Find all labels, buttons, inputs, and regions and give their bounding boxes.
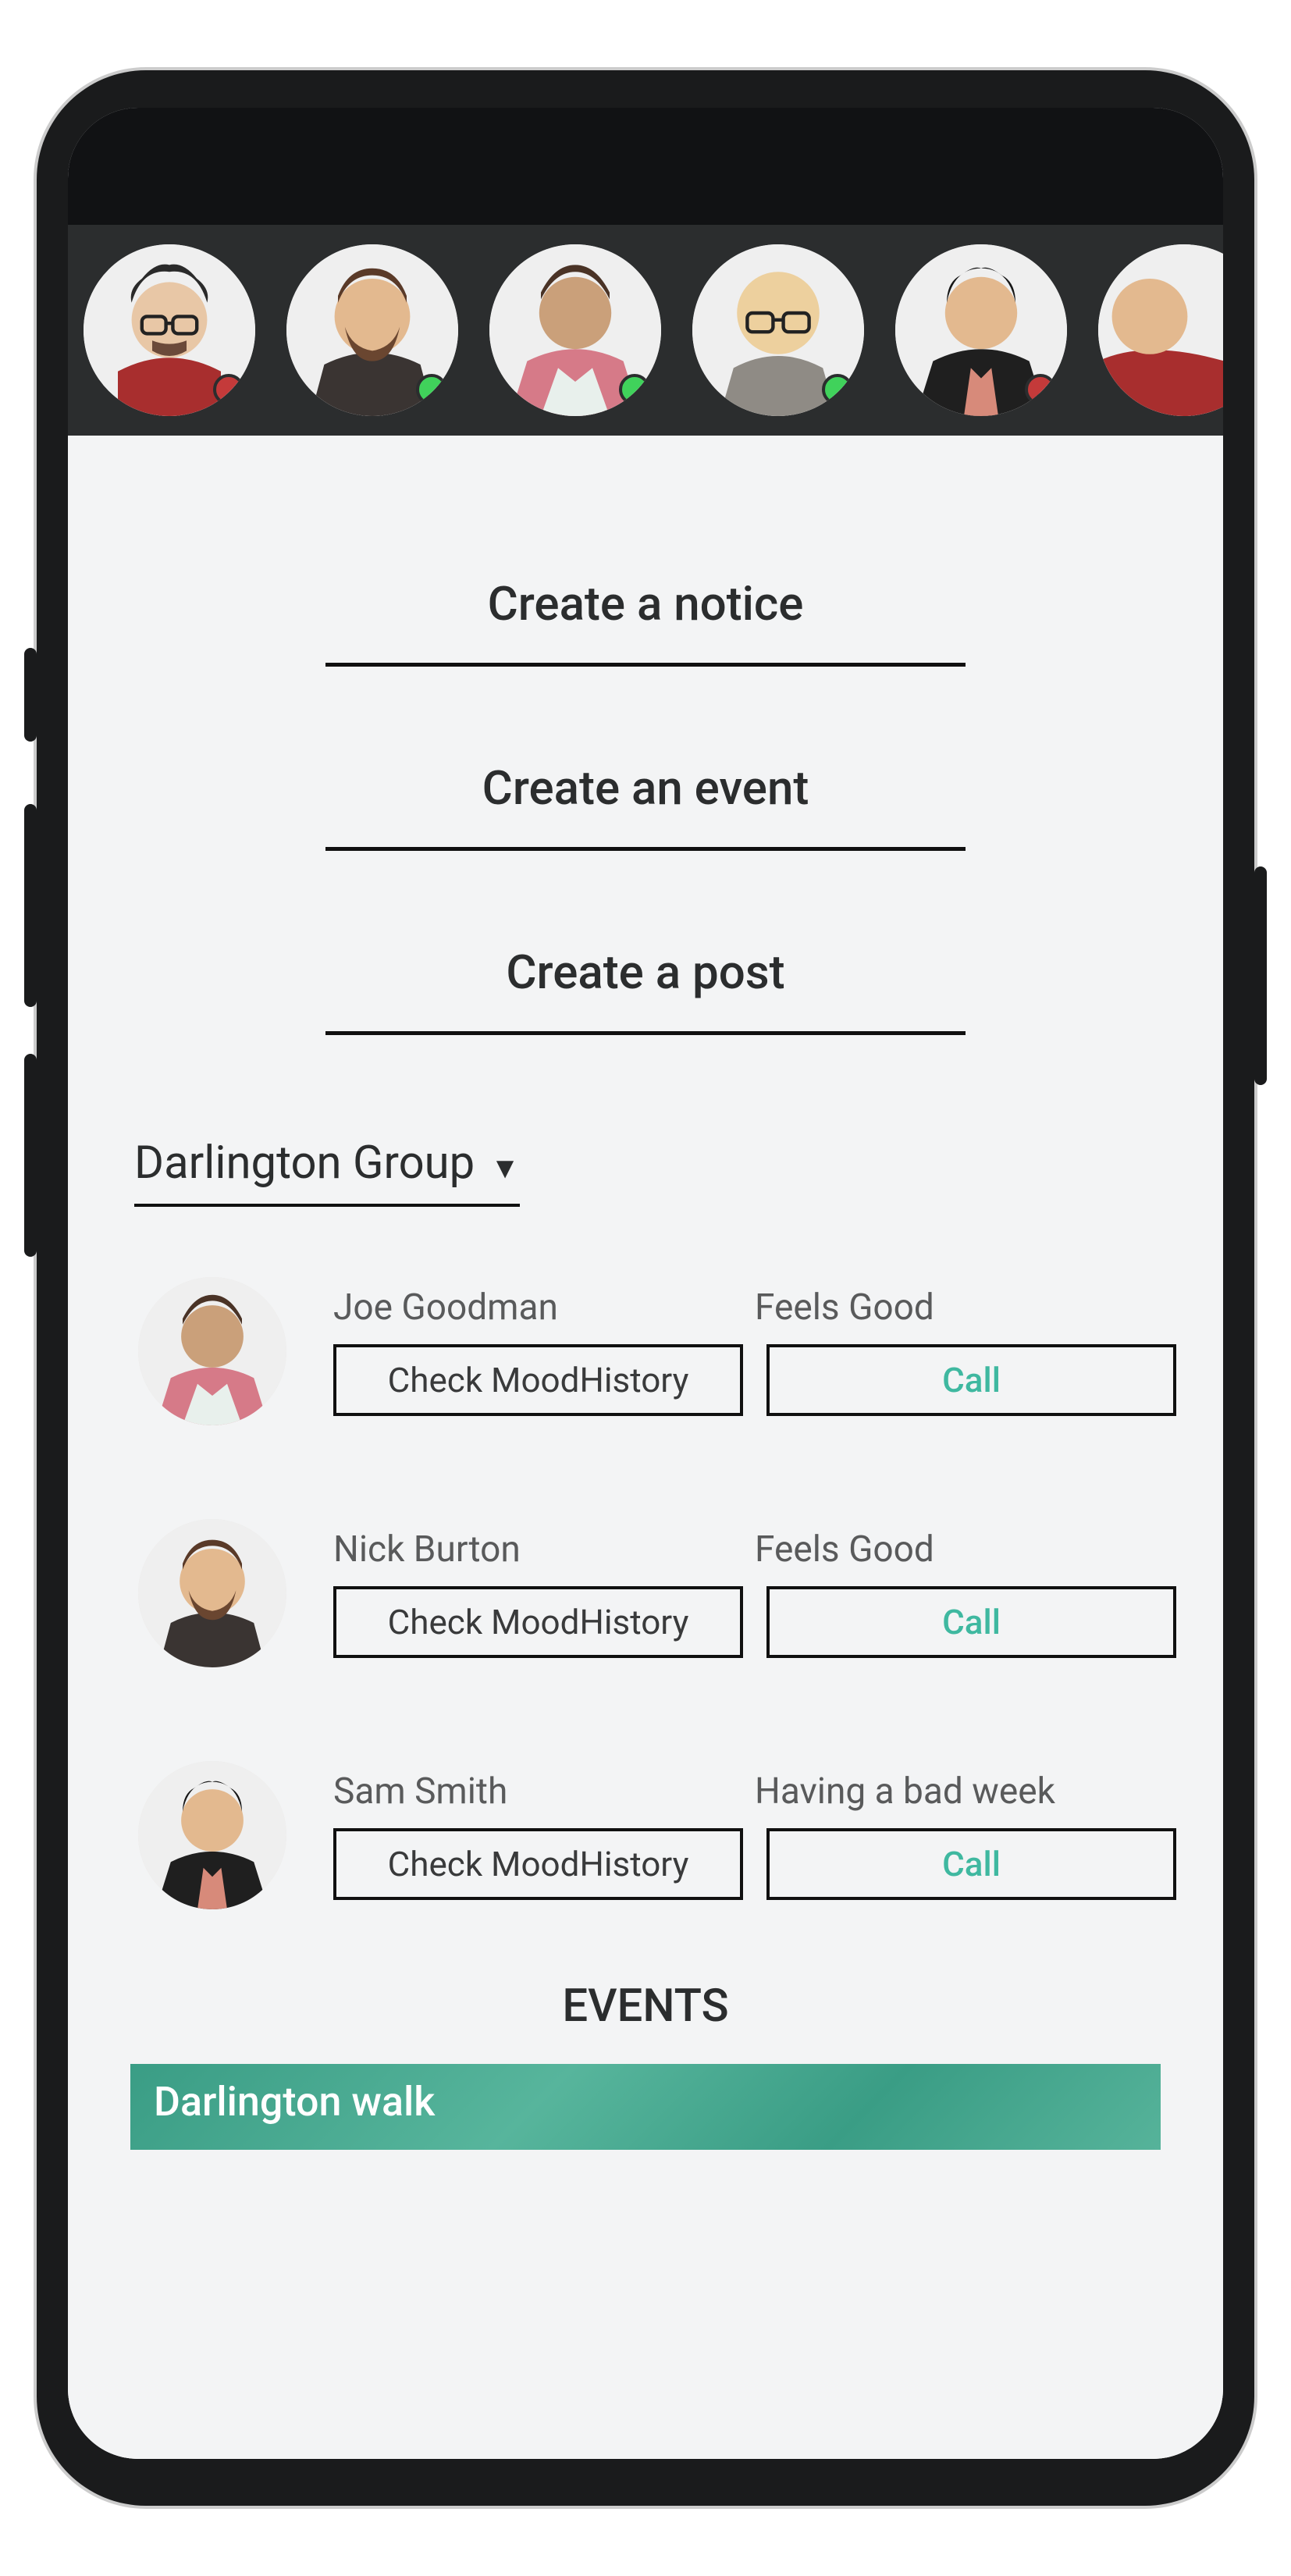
member-mood: Feels Good	[755, 1528, 1176, 1571]
story-avatar[interactable]	[489, 244, 661, 416]
story-avatar[interactable]	[84, 244, 255, 416]
phone-frame: Create a notice Create an event Create a…	[37, 70, 1254, 2506]
member-avatar[interactable]	[138, 1519, 286, 1667]
chevron-down-icon: ▼	[490, 1151, 520, 1186]
story-avatar[interactable]	[692, 244, 864, 416]
member-row: Nick BurtonFeels Good Check MoodHistory Ca…	[68, 1519, 1223, 1667]
story-avatar[interactable]	[1098, 244, 1223, 416]
create-event-button[interactable]: Create an event	[325, 745, 966, 851]
call-button[interactable]: Call	[766, 1344, 1176, 1416]
presence-indicator	[213, 374, 244, 405]
check-mood-history-button[interactable]: Check MoodHistory	[333, 1828, 743, 1900]
presence-indicator	[416, 374, 447, 405]
member-name: Nick Burton	[333, 1528, 755, 1571]
story-avatar[interactable]	[895, 244, 1067, 416]
phone-volume-up	[24, 804, 37, 1007]
presence-indicator	[619, 374, 650, 405]
member-row: Joe GoodmanFeels Good Check MoodHistory Ca…	[68, 1277, 1223, 1425]
events-heading: EVENTS	[68, 1980, 1223, 2033]
group-selector-label: Darlington Group	[134, 1137, 475, 1190]
create-post-button[interactable]: Create a post	[325, 929, 966, 1035]
call-button[interactable]: Call	[766, 1828, 1176, 1900]
presence-indicator	[1025, 374, 1056, 405]
member-avatar[interactable]	[138, 1277, 286, 1425]
main-content: Create a notice Create an event Create a…	[68, 436, 1223, 2459]
event-card[interactable]: Darlington walk	[130, 2064, 1161, 2150]
presence-indicator	[822, 374, 853, 405]
story-avatar[interactable]	[286, 244, 458, 416]
group-selector[interactable]: Darlington Group ▼	[134, 1137, 520, 1207]
member-name: Sam Smith	[333, 1770, 755, 1813]
status-bar	[68, 108, 1223, 225]
member-mood: Having a bad week	[755, 1770, 1176, 1813]
bottom-fade	[68, 2389, 1223, 2459]
phone-power-button	[1254, 866, 1267, 1085]
member-list: Joe GoodmanFeels GoodCheck MoodHistoryCa…	[68, 1277, 1223, 1909]
check-mood-history-button[interactable]: Check MoodHistory	[333, 1344, 743, 1416]
phone-side-button	[24, 648, 37, 742]
member-row: Sam SmithHaving a bad week Check MoodHist…	[68, 1761, 1223, 1909]
call-button[interactable]: Call	[766, 1586, 1176, 1658]
story-bar[interactable]	[68, 225, 1223, 436]
event-title: Darlington walk	[154, 2078, 435, 2126]
member-name: Joe Goodman	[333, 1286, 755, 1329]
phone-volume-down	[24, 1054, 37, 1257]
check-mood-history-button[interactable]: Check MoodHistory	[333, 1586, 743, 1658]
member-mood: Feels Good	[755, 1286, 1176, 1329]
create-actions: Create a notice Create an event Create a…	[68, 560, 1223, 1113]
member-avatar[interactable]	[138, 1761, 286, 1909]
screen: Create a notice Create an event Create a…	[68, 108, 1223, 2459]
create-notice-button[interactable]: Create a notice	[325, 560, 966, 667]
